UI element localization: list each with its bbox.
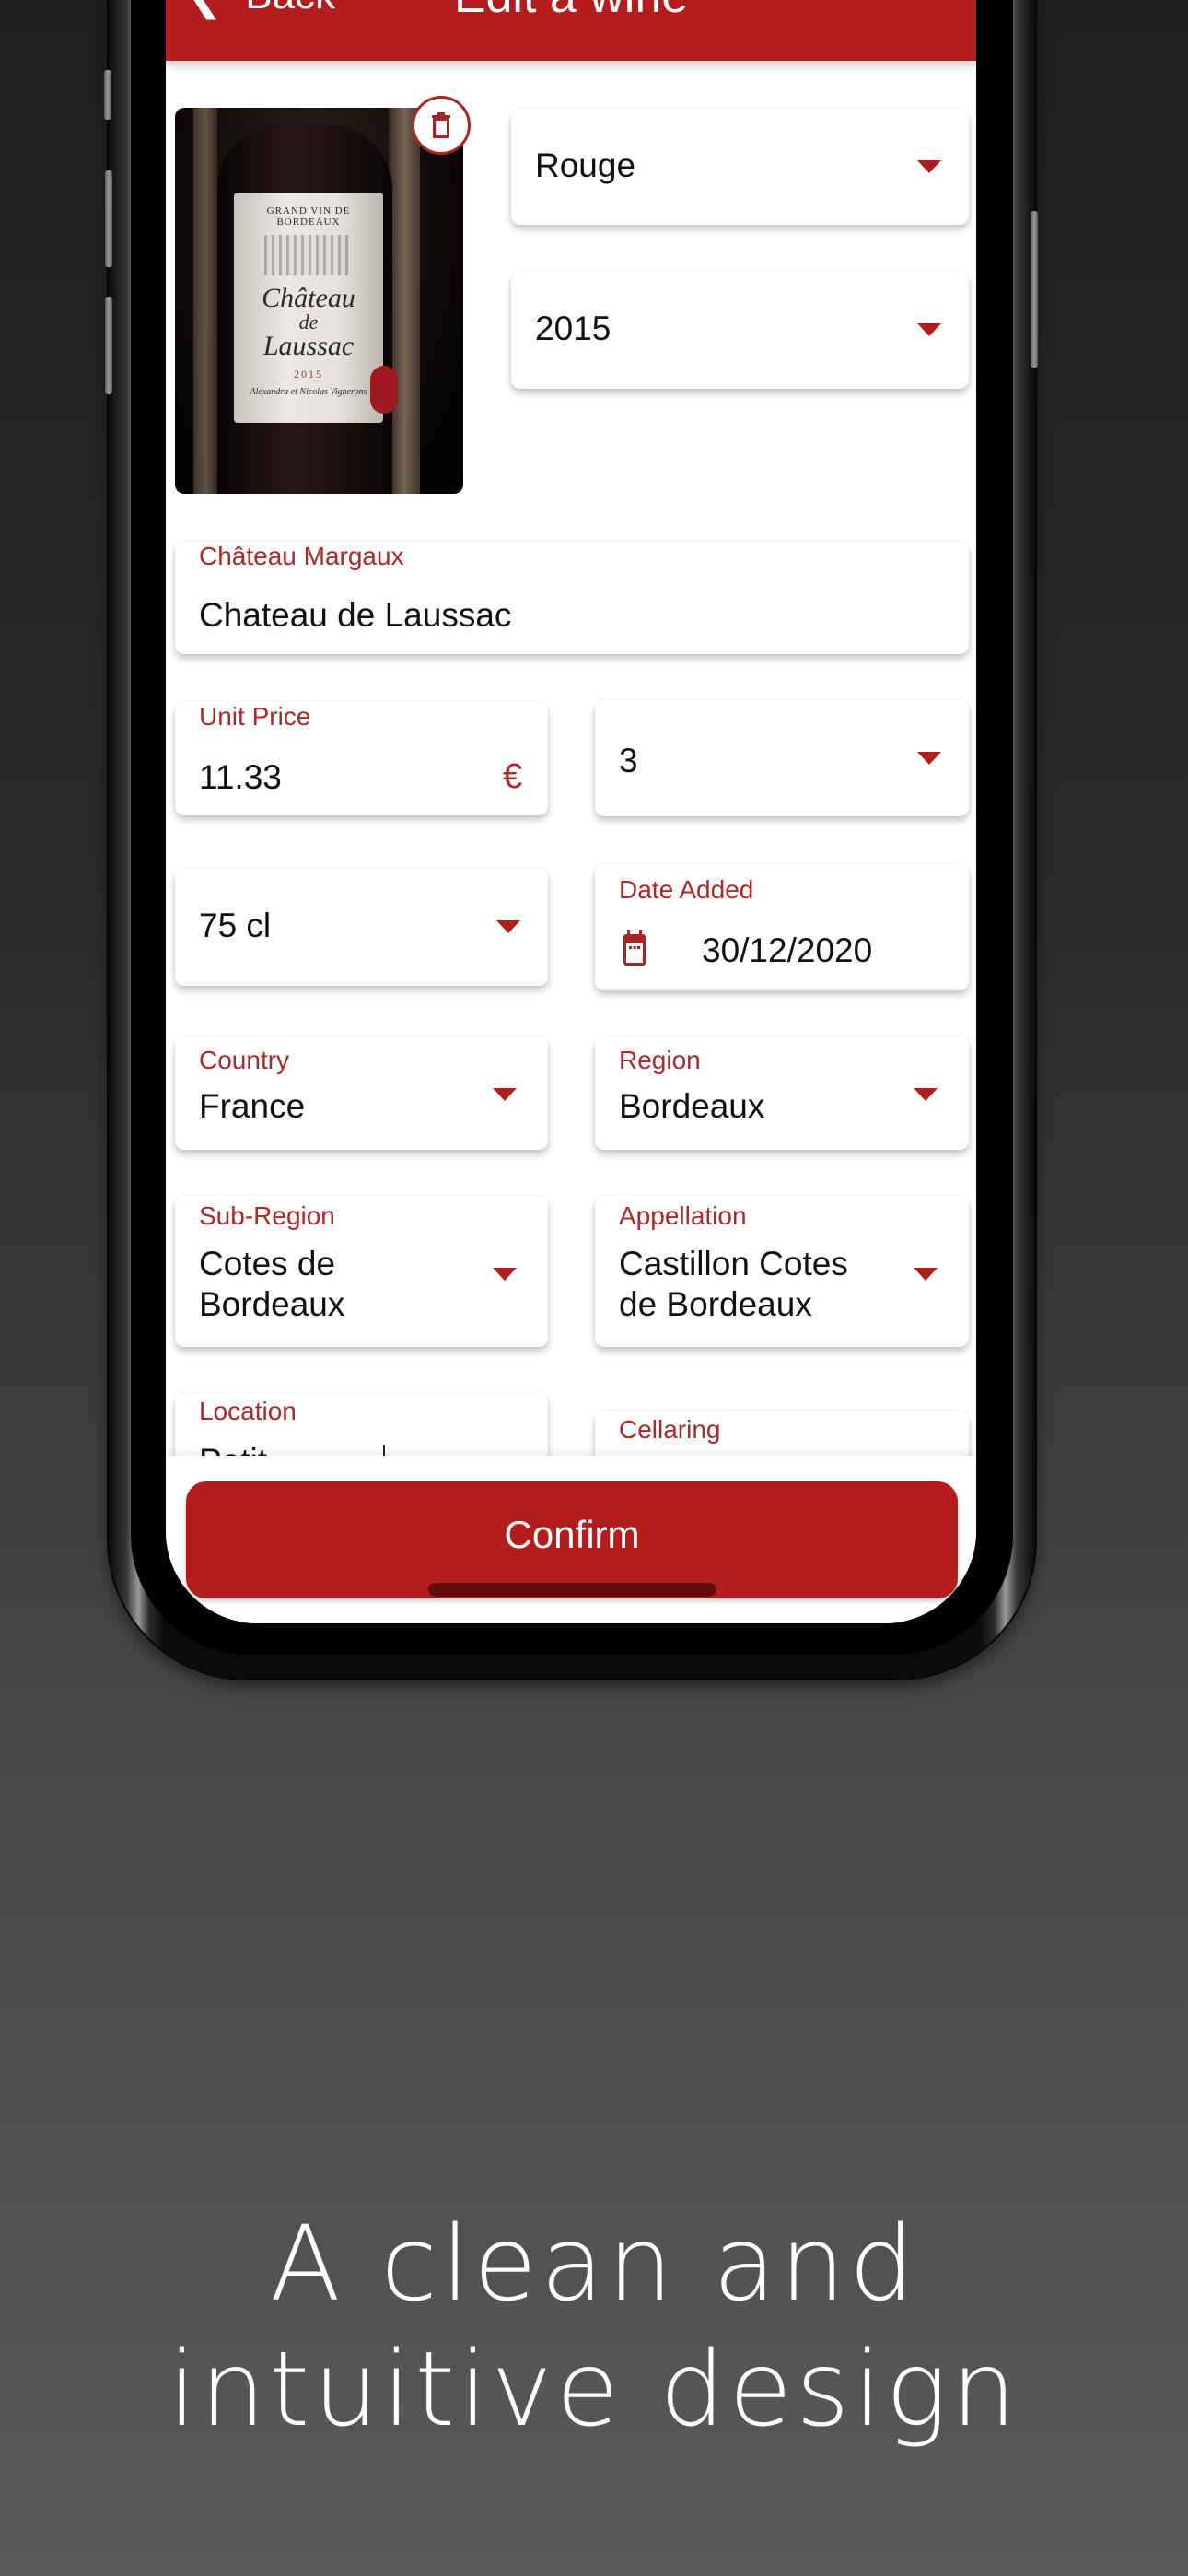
label-year: 2015 xyxy=(294,368,323,381)
crate-right-edge xyxy=(389,108,420,494)
phone-volume-up-button xyxy=(105,170,112,267)
country-value: France xyxy=(199,1087,306,1125)
wine-photo[interactable]: GRAND VIN DE BORDEAUX Château de Laussac… xyxy=(175,108,463,494)
location-label: Location xyxy=(199,1397,297,1425)
crate-left-edge xyxy=(193,108,217,494)
bottom-action-bar: Confirm xyxy=(166,1456,976,1623)
appellation-value-line2: de Bordeaux xyxy=(619,1285,812,1323)
vintage-dropdown[interactable]: 2015 xyxy=(511,272,969,389)
quantity-value: 3 xyxy=(619,742,638,779)
bottle-size-dropdown[interactable]: 75 cl xyxy=(175,869,548,986)
color-value: Rouge xyxy=(535,146,636,184)
sub-region-value: Cotes de Bordeaux xyxy=(199,1244,344,1325)
phone-power-button xyxy=(1031,211,1038,368)
trash-icon xyxy=(432,112,450,138)
home-indicator xyxy=(428,1583,716,1597)
caret-down-icon xyxy=(914,1268,938,1281)
country-label: Country xyxy=(199,1046,290,1074)
region-label: Region xyxy=(619,1046,701,1074)
date-added-field[interactable]: Date Added 30/12/2020 xyxy=(595,864,969,990)
color-dropdown[interactable]: Rouge xyxy=(511,109,969,225)
delete-photo-button[interactable] xyxy=(412,96,471,155)
label-name: Château de Laussac xyxy=(234,285,383,360)
label-top-text: GRAND VIN DE BORDEAUX xyxy=(266,205,351,228)
region-value: Bordeaux xyxy=(619,1087,765,1125)
euro-icon: € xyxy=(502,757,522,796)
calendar-icon xyxy=(623,930,646,966)
caret-down-icon xyxy=(493,1088,517,1101)
sub-region-dropdown[interactable]: Sub-Region Cotes de Bordeaux xyxy=(175,1196,548,1347)
label-chateau-illustration xyxy=(264,235,353,275)
caret-down-icon xyxy=(917,323,941,336)
caret-down-icon xyxy=(917,160,941,173)
headline-line2: intuitive design xyxy=(168,2330,1020,2450)
appellation-value-line1: Castillon Cotes xyxy=(619,1245,848,1282)
label-name-line1: Château xyxy=(262,283,355,313)
unit-price-label: Unit Price xyxy=(199,702,311,731)
sub-region-label: Sub-Region xyxy=(199,1201,335,1230)
label-signature: Alexandra et Nicolas Vignerons xyxy=(250,387,367,397)
label-name-line3: Laussac xyxy=(262,331,355,361)
caret-down-icon xyxy=(493,1268,517,1281)
bottle-size-value: 75 cl xyxy=(199,907,272,944)
label-name-line2: de xyxy=(298,310,319,334)
headline-line1: A clean and xyxy=(270,2205,918,2324)
caret-down-icon xyxy=(496,920,520,933)
phone-mute-switch xyxy=(104,70,111,120)
appellation-value: Castillon Cotes de Bordeaux xyxy=(619,1244,848,1325)
edit-wine-form: GRAND VIN DE BORDEAUX Château de Laussac… xyxy=(166,0,976,1522)
cellaring-label: Cellaring xyxy=(619,1415,721,1444)
country-dropdown[interactable]: Country France xyxy=(175,1036,548,1150)
marketing-headline: A clean and intuitive design xyxy=(0,2202,1188,2453)
vintage-value: 2015 xyxy=(535,310,611,347)
price-sticker xyxy=(370,366,398,414)
appellation-label: Appellation xyxy=(619,1201,747,1230)
confirm-button[interactable]: Confirm xyxy=(186,1481,958,1598)
date-added-value: 30/12/2020 xyxy=(702,931,873,969)
sub-region-value-line2: Bordeaux xyxy=(199,1285,345,1323)
app-screen: ❮ Back Edit a wine GRAND VIN DE BORDEAUX… xyxy=(166,0,976,1623)
wine-name-field[interactable]: Château Margaux Chateau de Laussac xyxy=(175,542,969,654)
wine-name-label: Château Margaux xyxy=(199,542,404,570)
date-added-label: Date Added xyxy=(619,875,754,904)
phone-volume-down-button xyxy=(105,297,112,394)
quantity-dropdown[interactable]: 3 xyxy=(595,700,969,816)
caret-down-icon xyxy=(914,1088,938,1101)
unit-price-field[interactable]: Unit Price 11.33 € xyxy=(175,702,548,815)
region-dropdown[interactable]: Region Bordeaux xyxy=(595,1036,969,1150)
wine-name-input[interactable]: Chateau de Laussac xyxy=(199,595,511,636)
appellation-dropdown[interactable]: Appellation Castillon Cotes de Bordeaux xyxy=(595,1196,969,1347)
caret-down-icon xyxy=(917,752,941,765)
sub-region-value-line1: Cotes de xyxy=(199,1245,336,1282)
bottle-label: GRAND VIN DE BORDEAUX Château de Laussac… xyxy=(234,193,383,423)
unit-price-input[interactable]: 11.33 xyxy=(199,757,282,798)
